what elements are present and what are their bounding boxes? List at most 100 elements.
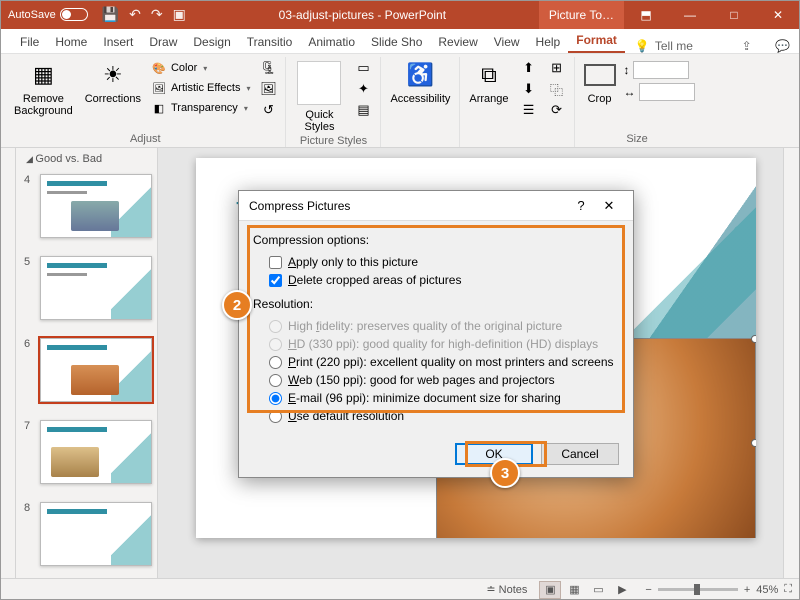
zoom-slider[interactable] (658, 588, 738, 591)
compress-pictures-icon[interactable]: 🗜 (258, 59, 278, 77)
callout-2: 2 (222, 290, 252, 320)
quick-access-toolbar: 💾 ↶ ↷ ▣ (102, 6, 186, 23)
resize-handle[interactable] (751, 439, 756, 447)
width-field[interactable] (639, 83, 695, 101)
selection-pane-icon[interactable]: ☰ (519, 101, 539, 119)
res-default-label[interactable]: Use default resolution (288, 409, 404, 423)
zoom-out-icon[interactable]: − (645, 584, 651, 596)
crop-label: Crop (588, 93, 612, 105)
remove-background-button[interactable]: ▦ Remove Background (10, 57, 77, 119)
slide-thumb-7[interactable]: 7 (24, 420, 153, 484)
height-icon: ↕ (624, 63, 630, 77)
delete-cropped-label[interactable]: Delete cropped areas of pictures (288, 273, 461, 287)
zoom-in-icon[interactable]: + (744, 584, 750, 596)
group-size: Crop ↕ ↔ Size (575, 57, 700, 147)
zoom-level[interactable]: 45% (756, 584, 778, 596)
cancel-button[interactable]: Cancel (541, 443, 619, 465)
res-email-radio[interactable] (269, 392, 282, 405)
close-icon[interactable]: ✕ (756, 0, 800, 29)
minimize-icon[interactable]: — (668, 0, 712, 29)
send-backward-icon[interactable]: ⬇ (519, 80, 539, 98)
tab-home[interactable]: Home (47, 31, 95, 53)
res-default-radio[interactable] (269, 410, 282, 423)
dialog-close-icon[interactable]: ✕ (595, 198, 623, 214)
res-web-label[interactable]: Web (150 ppi): good for web pages and pr… (288, 373, 555, 387)
corrections-icon: ☀ (97, 59, 129, 91)
notes-button[interactable]: ≐ Notes (486, 583, 527, 596)
group-size-label: Size (626, 133, 647, 147)
tab-design[interactable]: Design (185, 31, 238, 53)
dialog-titlebar: Compress Pictures ? ✕ (239, 191, 633, 221)
height-field[interactable] (633, 61, 689, 79)
tell-me-search[interactable]: 💡 Tell me (625, 39, 703, 53)
tab-draw[interactable]: Draw (141, 31, 185, 53)
transparency-button[interactable]: ◧Transparency (149, 99, 253, 117)
res-email-label[interactable]: E-mail (96 ppi): minimize document size … (288, 391, 561, 405)
group-icon[interactable]: ⿻ (547, 80, 567, 98)
start-slideshow-icon[interactable]: ▣ (173, 6, 186, 23)
slide-thumb-8[interactable]: 8 (24, 502, 153, 566)
vertical-scrollbar[interactable] (783, 148, 800, 578)
status-bar: ≐ Notes ▣ ▦ ▭ ▶ − + 45% ⛶ (0, 578, 800, 600)
tab-help[interactable]: Help (528, 31, 569, 53)
tab-slideshow[interactable]: Slide Sho (363, 31, 430, 53)
resize-handle[interactable] (751, 335, 756, 343)
arrange-button[interactable]: ⧉ Arrange (465, 57, 512, 107)
callout-3: 3 (490, 458, 520, 488)
fit-to-window-icon[interactable]: ⛶ (784, 583, 792, 596)
picture-layout-icon[interactable]: ▤ (353, 101, 373, 119)
toggle-off-icon[interactable] (60, 8, 88, 21)
tab-file[interactable]: File (12, 31, 47, 53)
window-buttons: ⬒ — □ ✕ (624, 0, 800, 29)
slide-thumb-4[interactable]: 4 (24, 174, 153, 238)
change-picture-icon[interactable]: 🖼 (258, 80, 278, 98)
outline-tab[interactable] (0, 148, 16, 578)
undo-icon[interactable]: ↶ (129, 6, 141, 23)
style-gallery-icon (297, 61, 341, 105)
picture-effects-icon[interactable]: ✦ (353, 80, 373, 98)
rotate-icon[interactable]: ⟳ (547, 101, 567, 119)
normal-view-icon[interactable]: ▣ (539, 581, 561, 599)
tab-animations[interactable]: Animatio (300, 31, 363, 53)
tab-review[interactable]: Review (430, 31, 485, 53)
redo-icon[interactable]: ↷ (151, 6, 163, 23)
quick-styles-button[interactable]: Quick Styles (291, 57, 347, 135)
delete-cropped-checkbox[interactable] (269, 274, 282, 287)
apply-only-label[interactable]: Apply only to this picture (288, 255, 418, 269)
reading-view-icon[interactable]: ▭ (587, 581, 609, 599)
slideshow-view-icon[interactable]: ▶ (611, 581, 633, 599)
artistic-effects-button[interactable]: 🖼Artistic Effects (149, 79, 253, 97)
save-icon[interactable]: 💾 (102, 6, 119, 23)
res-hd-label: HD (330 ppi): good quality for high-defi… (288, 337, 598, 351)
remove-background-label: Remove Background (14, 93, 73, 117)
tab-format[interactable]: Format (568, 29, 625, 53)
accessibility-button[interactable]: ♿ Accessibility (386, 57, 454, 107)
bring-forward-icon[interactable]: ⬆ (519, 59, 539, 77)
tell-me-label: Tell me (655, 39, 693, 53)
corrections-button[interactable]: ☀ Corrections (81, 57, 145, 107)
res-web-radio[interactable] (269, 374, 282, 387)
slide-thumb-5[interactable]: 5 (24, 256, 153, 320)
comments-icon[interactable]: 💬 (765, 35, 800, 57)
crop-button[interactable]: Crop (580, 57, 620, 107)
resolution-label: Resolution: (253, 297, 619, 311)
sorter-view-icon[interactable]: ▦ (563, 581, 585, 599)
res-print-label[interactable]: Print (220 ppi): excellent quality on mo… (288, 355, 614, 369)
tab-insert[interactable]: Insert (95, 31, 141, 53)
tab-view[interactable]: View (486, 31, 528, 53)
share-icon[interactable]: ⇪ (732, 35, 762, 57)
autosave-toggle[interactable]: AutoSave (8, 8, 88, 21)
slide-thumb-6[interactable]: 6 (24, 338, 153, 402)
reset-picture-icon[interactable]: ↺ (258, 101, 278, 119)
res-print-radio[interactable] (269, 356, 282, 369)
color-button[interactable]: 🎨Color (149, 59, 253, 77)
tab-transitions[interactable]: Transitio (239, 31, 301, 53)
section-header[interactable]: Good vs. Bad (20, 150, 157, 168)
maximize-icon[interactable]: □ (712, 0, 756, 29)
quick-styles-label: Quick Styles (304, 109, 334, 133)
align-icon[interactable]: ⊞ (547, 59, 567, 77)
dialog-help-icon[interactable]: ? (567, 198, 595, 213)
ribbon-options-icon[interactable]: ⬒ (624, 0, 668, 29)
apply-only-checkbox[interactable] (269, 256, 282, 269)
picture-border-icon[interactable]: ▭ (353, 59, 373, 77)
